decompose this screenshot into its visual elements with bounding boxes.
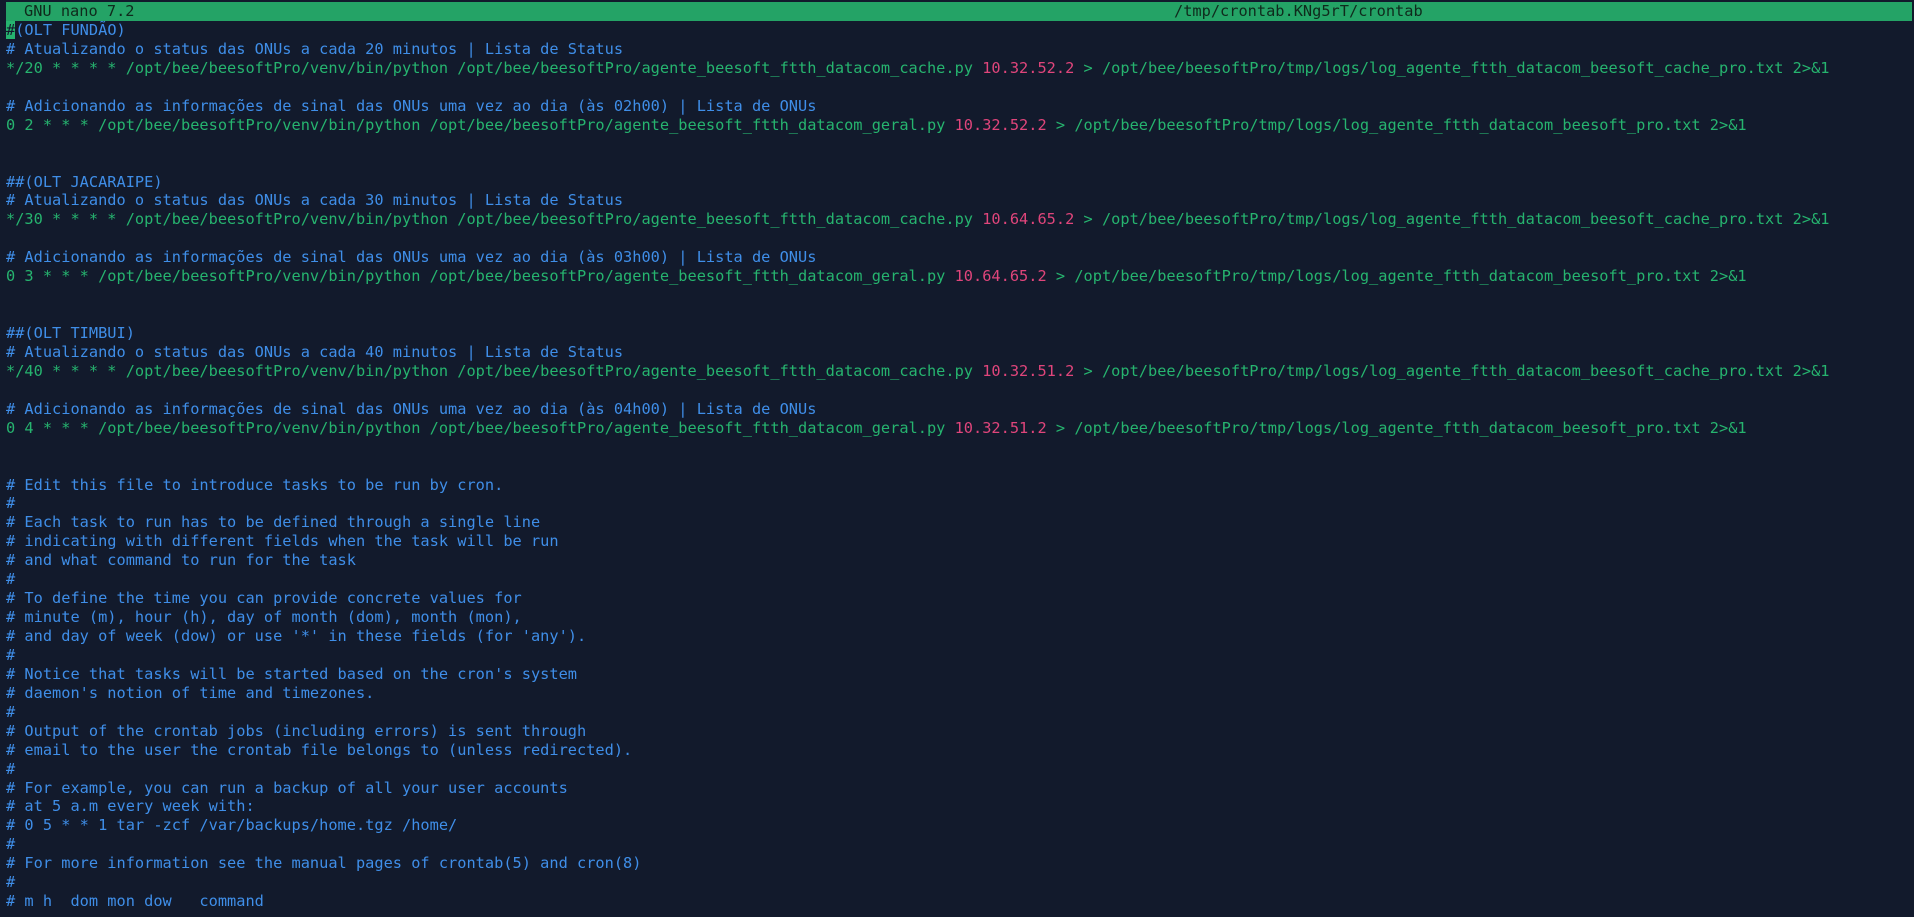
cron-command-text: 0 2 * * * /opt/bee/beesoftPro/venv/bin/p… xyxy=(6,115,955,134)
comment-line: # at 5 a.m every week with: xyxy=(6,797,255,816)
comment-line: # Each task to run has to be defined thr… xyxy=(6,513,541,532)
cron-redirect-text: > /opt/bee/beesoftPro/tmp/logs/log_agent… xyxy=(1046,115,1747,134)
comment-line: # For more information see the manual pa… xyxy=(6,854,642,873)
comment-line: # Edit this file to introduce tasks to b… xyxy=(6,475,504,494)
cron-job-line: 0 4 * * * /opt/bee/beesoftPro/venv/bin/p… xyxy=(6,419,1914,438)
comment-line: # and day of week (dow) or use '*' in th… xyxy=(6,627,587,645)
comment-line: # xyxy=(6,570,16,589)
comment-line: # 0 5 * * 1 tar -zcf /var/backups/home.t… xyxy=(6,816,458,835)
cron-command-text: */40 * * * * /opt/bee/beesoftPro/venv/bi… xyxy=(6,361,983,380)
cron-command-text: 0 4 * * * /opt/bee/beesoftPro/venv/bin/p… xyxy=(6,418,955,437)
cron-job-line: */40 * * * * /opt/bee/beesoftPro/venv/bi… xyxy=(6,362,1914,381)
text-cursor: # xyxy=(6,21,16,39)
comment-line: # Adicionando as informações de sinal da… xyxy=(6,399,817,418)
comment-line: # xyxy=(6,494,16,513)
comment-line: # xyxy=(6,645,16,664)
cron-redirect-text: > /opt/bee/beesoftPro/tmp/logs/log_agent… xyxy=(1046,418,1747,437)
comment-line: # m h dom mon dow command xyxy=(6,892,264,911)
olt-ip-address: 10.32.51.2 xyxy=(982,361,1075,380)
comment-line: # Atualizando o status das ONUs a cada 2… xyxy=(6,39,624,58)
text-editor-area[interactable]: #(OLT FUNDÃO) # Atualizando o status das … xyxy=(6,21,1914,917)
nano-title-bar: GNU nano 7.2 /tmp/crontab.KNg5rT/crontab xyxy=(6,2,1912,21)
comment-text: (OLT FUNDÃO) xyxy=(15,21,126,39)
cron-redirect-text: > /opt/bee/beesoftPro/tmp/logs/log_agent… xyxy=(1074,361,1830,380)
olt-ip-address: 10.32.52.2 xyxy=(954,115,1047,134)
olt-ip-address: 10.32.51.2 xyxy=(954,418,1047,437)
app-version-label: GNU nano 7.2 xyxy=(24,2,135,20)
comment-line: # xyxy=(6,835,16,854)
cron-job-line: 0 2 * * * /opt/bee/beesoftPro/venv/bin/p… xyxy=(6,116,1914,135)
terminal-window[interactable]: GNU nano 7.2 /tmp/crontab.KNg5rT/crontab… xyxy=(0,0,1914,917)
comment-line: # Notice that tasks will be started base… xyxy=(6,664,577,683)
cron-command-text: 0 3 * * * /opt/bee/beesoftPro/venv/bin/p… xyxy=(6,267,955,286)
cron-command-text: */30 * * * * /opt/bee/beesoftPro/venv/bi… xyxy=(6,210,983,229)
comment-line: # Output of the crontab jobs (including … xyxy=(6,721,587,740)
file-path-label: /tmp/crontab.KNg5rT/crontab xyxy=(1174,2,1423,20)
comment-line: # Adicionando as informações de sinal da… xyxy=(6,96,817,115)
comment-line: # xyxy=(6,759,16,778)
comment-line: ##(OLT TIMBUI) xyxy=(6,324,135,342)
cron-job-line: */20 * * * * /opt/bee/beesoftPro/venv/bi… xyxy=(6,59,1914,78)
olt-ip-address: 10.64.65.2 xyxy=(982,210,1075,229)
comment-line: # indicating with different fields when … xyxy=(6,532,559,551)
comment-line: # Adicionando as informações de sinal da… xyxy=(6,248,817,267)
comment-line: #(OLT FUNDÃO) xyxy=(6,21,1914,40)
olt-ip-address: 10.32.52.2 xyxy=(982,58,1075,77)
comment-line: # and what command to run for the task xyxy=(6,551,356,570)
comment-line: # xyxy=(6,702,16,721)
comment-line: # minute (m), hour (h), day of month (do… xyxy=(6,608,522,627)
cron-job-line: */30 * * * * /opt/bee/beesoftPro/venv/bi… xyxy=(6,210,1914,229)
comment-line: # daemon's notion of time and timezones. xyxy=(6,683,375,702)
cron-command-text: */20 * * * * /opt/bee/beesoftPro/venv/bi… xyxy=(6,58,983,77)
comment-line: # Atualizando o status das ONUs a cada 4… xyxy=(6,342,624,361)
cron-redirect-text: > /opt/bee/beesoftPro/tmp/logs/log_agent… xyxy=(1074,210,1830,229)
cron-redirect-text: > /opt/bee/beesoftPro/tmp/logs/log_agent… xyxy=(1046,267,1747,286)
comment-line: # Atualizando o status das ONUs a cada 3… xyxy=(6,191,624,210)
comment-line: ##(OLT JACARAIPE) xyxy=(6,172,163,191)
cron-job-line: 0 3 * * * /opt/bee/beesoftPro/venv/bin/p… xyxy=(6,267,1914,286)
olt-ip-address: 10.64.65.2 xyxy=(954,267,1047,286)
comment-line: # For example, you can run a backup of a… xyxy=(6,778,568,797)
cron-redirect-text: > /opt/bee/beesoftPro/tmp/logs/log_agent… xyxy=(1074,58,1830,77)
comment-line: # xyxy=(6,873,16,892)
comment-line: # To define the time you can provide con… xyxy=(6,589,522,608)
comment-line: # email to the user the crontab file bel… xyxy=(6,740,633,759)
